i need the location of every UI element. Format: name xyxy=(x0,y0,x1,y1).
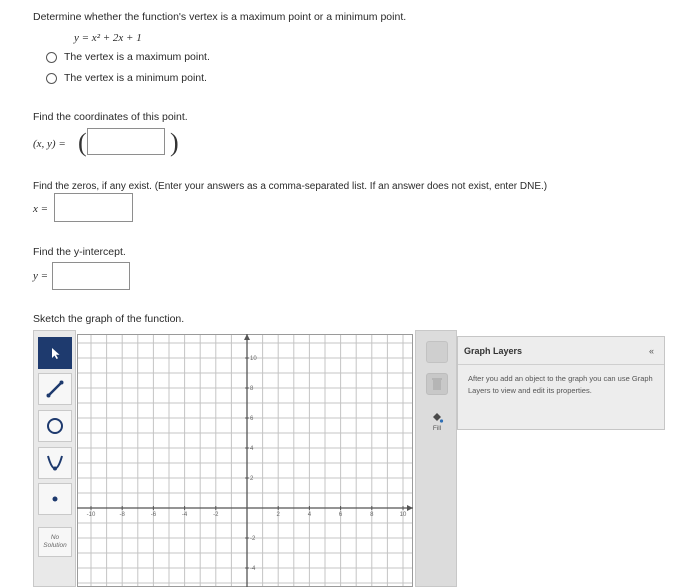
option-minimum-radio[interactable] xyxy=(46,72,57,84)
trash-button[interactable] xyxy=(426,373,448,395)
no-solution-button[interactable]: No Solution xyxy=(38,527,72,557)
fill-label: Fill xyxy=(432,425,442,432)
point-icon xyxy=(52,496,58,502)
pointer-tool-button[interactable] xyxy=(38,337,72,369)
yint-input[interactable] xyxy=(52,262,130,290)
circle-icon xyxy=(47,418,63,434)
x-tick-label: -6 xyxy=(151,512,157,518)
fill-button[interactable]: Fill xyxy=(426,411,448,441)
y-tick-label: -4 xyxy=(250,566,256,572)
coords-prompt: Find the coordinates of this point. xyxy=(33,111,188,123)
zeros-input[interactable] xyxy=(54,193,133,222)
coords-label: (x, y) = xyxy=(33,138,66,150)
coords-close-paren: ) xyxy=(170,128,179,157)
graph-sidebar: Fill xyxy=(415,330,457,587)
point-tool-button[interactable] xyxy=(38,483,72,515)
graph-layers-panel: Graph Layers « After you add an object t… xyxy=(457,336,665,430)
line-tool-button[interactable] xyxy=(38,373,72,405)
graph-toolbar: No Solution xyxy=(33,330,76,587)
trash-icon xyxy=(432,378,442,390)
y-tick-label: 10 xyxy=(250,356,257,362)
parabola-tool-button[interactable] xyxy=(38,447,72,479)
graph-background xyxy=(77,334,413,587)
graph-layers-help: After you add an object to the graph you… xyxy=(468,374,653,395)
option-maximum-radio[interactable] xyxy=(46,51,57,63)
fill-icon xyxy=(433,413,444,423)
delete-button[interactable] xyxy=(426,341,448,363)
question-prompt: Determine whether the function's vertex … xyxy=(33,11,407,23)
parabola-icon xyxy=(47,455,63,471)
coords-input[interactable] xyxy=(87,128,165,155)
option-maximum-label: The vertex is a maximum point. xyxy=(64,51,210,63)
zeros-prompt: Find the zeros, if any exist. (Enter you… xyxy=(33,181,548,192)
option-maximum[interactable]: The vertex is a maximum point. xyxy=(46,51,210,63)
sketch-prompt: Sketch the graph of the function. xyxy=(33,313,185,325)
x-tick-label: -8 xyxy=(120,512,126,518)
yint-label: y = xyxy=(33,270,49,282)
line-icon xyxy=(46,380,64,398)
graph-layers-title: Graph Layers xyxy=(464,345,523,356)
circle-tool-button[interactable] xyxy=(38,410,72,442)
function-equation: y = x² + 2x + 1 xyxy=(74,32,142,44)
yint-prompt: Find the y-intercept. xyxy=(33,246,126,258)
pointer-icon xyxy=(52,348,60,359)
collapse-icon[interactable]: « xyxy=(649,346,654,356)
x-tick-label: -2 xyxy=(213,512,219,518)
graph-canvas[interactable]: -10 -8 -6 -4 -2 2 4 6 8 10108642-2-4 xyxy=(77,334,413,587)
zeros-label: x = xyxy=(33,203,49,215)
option-minimum-label: The vertex is a minimum point. xyxy=(64,72,207,84)
option-minimum[interactable]: The vertex is a minimum point. xyxy=(46,72,207,84)
y-tick-label: -2 xyxy=(250,536,256,542)
x-tick-label: -4 xyxy=(182,512,188,518)
coords-open-paren: ( xyxy=(78,128,87,157)
x-tick-label: 10 xyxy=(400,512,407,518)
no-solution-label: No Solution xyxy=(43,534,67,549)
x-tick-label: -10 xyxy=(87,512,96,518)
